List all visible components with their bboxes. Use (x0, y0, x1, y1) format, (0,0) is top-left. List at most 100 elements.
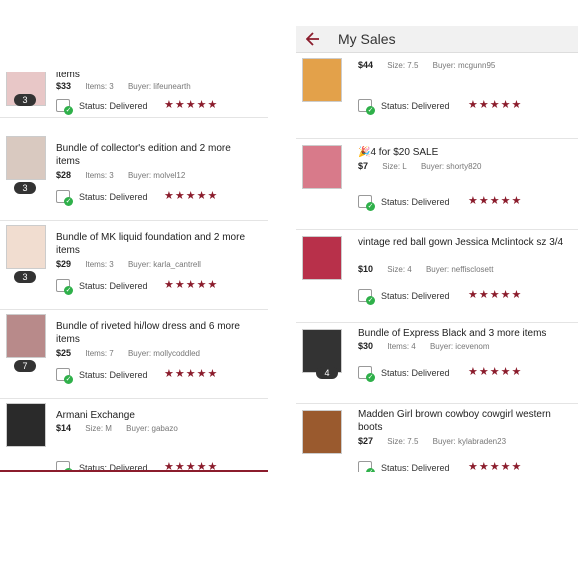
status-row: ✓ Status: Delivered (56, 461, 148, 472)
item-meta: $28 Items: 3 Buyer: molvel12 (56, 170, 185, 180)
item-buyer: Buyer: lifeunearth (127, 82, 191, 91)
item-size: Size: M (85, 424, 112, 433)
item-buyer: Buyer: icevenom (429, 342, 490, 351)
item-price: $25 (56, 348, 72, 358)
item-size: Size: L (382, 162, 407, 171)
item-title: 🎉4 for $20 SALE (358, 147, 439, 158)
item-price: $44 (358, 60, 374, 70)
item-meta: $44 Size: 7.5 Buyer: mcgunn95 (358, 60, 495, 70)
rating-stars: ★★★★★ (164, 190, 219, 202)
item-meta: $7 Size: L Buyer: shorty820 (358, 161, 481, 171)
item-price: $7 (358, 161, 369, 171)
item-meta: $30 Items: 4 Buyer: icevenom (358, 341, 490, 351)
status-text: Status: Delivered (381, 290, 450, 301)
item-quantity: Items: 4 (387, 342, 416, 351)
item-buyer: Buyer: kylabraden23 (432, 437, 507, 446)
sale-item[interactable]: 3 Bundle of MK liquid foundation and 2 m… (0, 221, 268, 310)
item-photo (6, 136, 46, 180)
item-meta: $14 Size: M Buyer: gabazo (56, 423, 178, 433)
sale-item[interactable]: 3 Bundle of collector's edition and 2 mo… (0, 132, 268, 221)
item-buyer: Buyer: gabazo (126, 424, 178, 433)
item-title: Bundle of collector's edition and 2 more… (56, 143, 231, 167)
item-title: vintage red ball gown Jessica McIintock … (358, 237, 564, 248)
item-price: $14 (56, 423, 72, 433)
status-text: Status: Delivered (381, 100, 450, 111)
item-title: items (56, 72, 80, 80)
status-row: ✓ Status: Delivered (56, 190, 148, 206)
status-row: ✓ Status: Delivered (358, 461, 450, 472)
item-count-badge: 3 (14, 182, 36, 194)
sale-item[interactable]: 🎉4 for $20 SALE $7 Size: L Buyer: shorty… (296, 139, 578, 230)
item-price: $10 (358, 264, 374, 274)
status-row: ✓ Status: Delivered (56, 279, 148, 295)
status-row: ✓ Status: Delivered (358, 99, 450, 115)
rating-stars: ★★★★★ (164, 461, 219, 472)
item-size: Size: 7.5 (387, 437, 419, 446)
rating-stars: ★★★★★ (468, 461, 523, 472)
delivered-box-icon: ✓ (56, 99, 73, 115)
status-row: ✓ Status: Delivered (358, 195, 450, 211)
item-title: Bundle of MK liquid foundation and 2 mor… (56, 232, 246, 256)
sale-item[interactable]: Madden Girl brown cowboy cowgirl western… (296, 404, 578, 472)
item-title: Bundle of Express Black and 3 more items (358, 328, 547, 339)
delivered-box-icon: ✓ (358, 289, 375, 305)
item-price: $28 (56, 170, 72, 180)
item-size: Size: 4 (387, 265, 412, 274)
status-text: Status: Delivered (381, 196, 450, 207)
item-buyer: Buyer: karla_cantrell (127, 260, 201, 269)
item-buyer: Buyer: mollycoddled (127, 349, 200, 358)
rating-stars: ★★★★★ (164, 99, 219, 111)
sale-item[interactable]: vintage red ball gown Jessica McIintock … (296, 230, 578, 323)
item-meta: $25 Items: 7 Buyer: mollycoddled (56, 348, 200, 358)
sale-item[interactable]: 3 items $33 Items: 3 Buyer: lifeunearth … (0, 72, 268, 118)
sale-item[interactable]: 7 Bundle of riveted hi/low dress and 6 m… (0, 310, 268, 399)
item-title: Bundle of riveted hi/low dress and 6 mor… (56, 321, 240, 345)
item-title: Armani Exchange (56, 410, 135, 421)
item-count-badge: 3 (14, 271, 36, 283)
sale-item[interactable]: 4 Bundle of Express Black and 3 more ite… (296, 323, 578, 404)
item-buyer: Buyer: mcgunn95 (432, 61, 496, 70)
rating-stars: ★★★★★ (468, 99, 523, 111)
delivered-box-icon: ✓ (56, 368, 73, 384)
back-arrow-icon[interactable] (306, 31, 322, 47)
item-title: Madden Girl brown cowboy cowgirl western… (358, 409, 551, 433)
delivered-box-icon: ✓ (56, 190, 73, 206)
delivered-box-icon: ✓ (56, 279, 73, 295)
item-buyer: Buyer: molvel12 (127, 171, 186, 180)
status-text: Status: Delivered (79, 280, 148, 291)
my-sales-screen: My Sales $44 Size: 7.5 Buyer: mcgunn95 ✓… (296, 26, 578, 472)
status-row: ✓ Status: Delivered (358, 289, 450, 305)
sale-item[interactable]: $44 Size: 7.5 Buyer: mcgunn95 ✓ Status: … (296, 52, 578, 139)
item-price: $30 (358, 341, 374, 351)
status-row: ✓ Status: Delivered (56, 99, 148, 115)
status-text: Status: Delivered (381, 367, 450, 378)
status-text: Status: Delivered (381, 462, 450, 473)
status-text: Status: Delivered (79, 369, 148, 380)
rating-stars: ★★★★★ (468, 366, 523, 378)
item-price: $33 (56, 81, 72, 91)
item-buyer: Buyer: shorty820 (420, 162, 482, 171)
delivered-box-icon: ✓ (358, 195, 375, 211)
item-photo (302, 58, 342, 102)
item-price: $29 (56, 259, 72, 269)
item-quantity: Items: 3 (85, 260, 114, 269)
item-meta: $33 Items: 3 Buyer: lifeunearth (56, 81, 191, 91)
status-text: Status: Delivered (79, 191, 148, 202)
item-photo (6, 403, 46, 447)
item-quantity: Items: 3 (85, 171, 114, 180)
delivered-box-icon: ✓ (358, 99, 375, 115)
status-row: ✓ Status: Delivered (56, 368, 148, 384)
item-quantity: Items: 3 (85, 82, 114, 91)
item-meta: $29 Items: 3 Buyer: karla_cantrell (56, 259, 201, 269)
item-photo (6, 225, 46, 269)
sale-item[interactable]: Armani Exchange $14 Size: M Buyer: gabaz… (0, 399, 268, 472)
delivered-box-icon: ✓ (358, 461, 375, 472)
app-header: My Sales (296, 26, 578, 53)
status-text: Status: Delivered (79, 462, 148, 472)
item-count-badge: 3 (14, 94, 36, 106)
delivered-box-icon: ✓ (358, 366, 375, 382)
item-photo (6, 314, 46, 358)
item-count-badge: 7 (14, 360, 36, 372)
item-price: $27 (358, 436, 374, 446)
item-buyer: Buyer: neffisclosett (425, 265, 494, 274)
